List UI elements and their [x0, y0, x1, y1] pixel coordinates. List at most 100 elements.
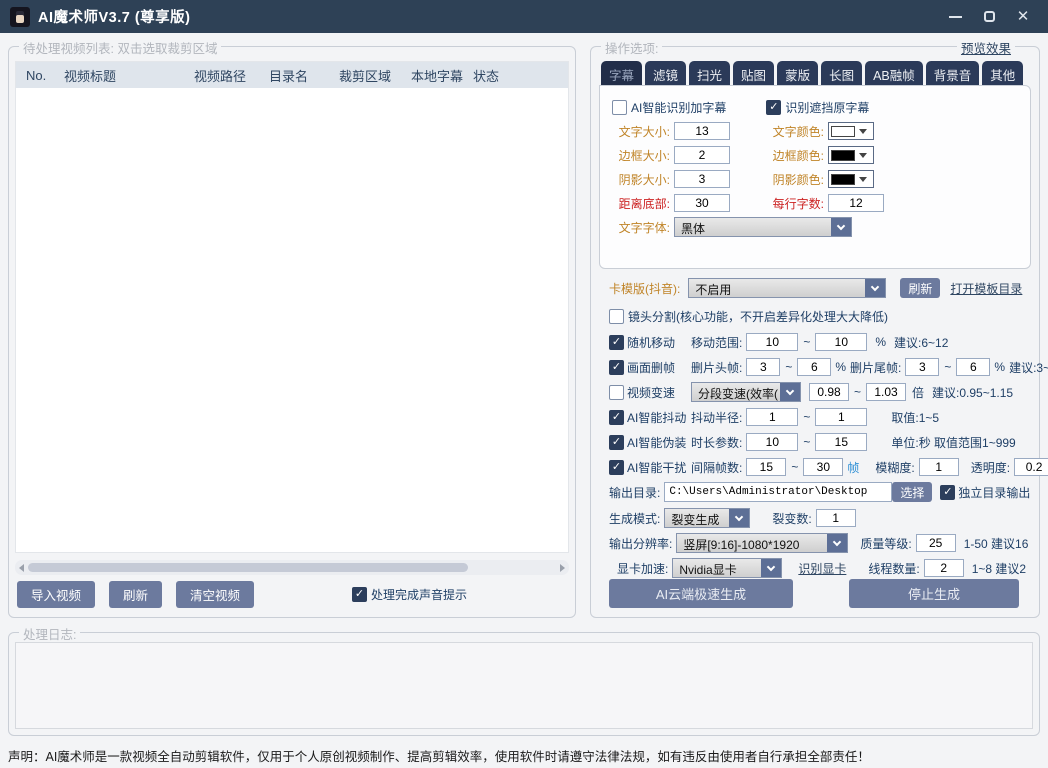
threads-label: 线程数量:: [868, 560, 919, 577]
fission-count-input[interactable]: [816, 509, 856, 527]
duration-min-input[interactable]: [746, 433, 798, 451]
jitter-min-input[interactable]: [746, 408, 798, 426]
cover-subtitle-checkbox[interactable]: [766, 100, 781, 115]
clear-video-button[interactable]: 清空视频: [176, 581, 254, 608]
tab-filter[interactable]: 滤镜: [645, 61, 686, 87]
lens-split-checkbox[interactable]: [609, 309, 624, 324]
jitter-checkbox[interactable]: [609, 410, 624, 425]
move-range-max-input[interactable]: [815, 333, 867, 351]
scrollbar-thumb[interactable]: [28, 563, 468, 572]
speed-max-input[interactable]: [866, 383, 906, 401]
speed-label: 视频变速: [627, 384, 675, 401]
speed-checkbox[interactable]: [609, 385, 624, 400]
horizontal-scrollbar[interactable]: [15, 560, 569, 575]
cloud-generate-button[interactable]: AI云端极速生成: [609, 579, 793, 608]
tab-other[interactable]: 其他: [982, 61, 1023, 87]
text-size-label: 文字大小:: [608, 123, 670, 140]
blur-input[interactable]: [919, 458, 959, 476]
app-icon: [10, 7, 30, 27]
refresh-list-button[interactable]: 刷新: [109, 581, 162, 608]
frame-delete-hint: 建议:3~6: [1009, 359, 1048, 376]
speed-min-input[interactable]: [809, 383, 849, 401]
interval-min-input[interactable]: [746, 458, 786, 476]
scroll-right-icon[interactable]: [560, 564, 565, 572]
minimize-button[interactable]: [940, 4, 970, 30]
head-frame-min-input[interactable]: [746, 358, 780, 376]
tab-sticker[interactable]: 贴图: [733, 61, 774, 87]
resolution-dropdown[interactable]: 竖屏[9:16]-1080*1920: [676, 533, 848, 553]
gpu-dropdown[interactable]: Nvidia显卡: [672, 558, 782, 578]
border-color-dropdown[interactable]: [828, 146, 874, 164]
duration-max-input[interactable]: [815, 433, 867, 451]
quality-input[interactable]: [916, 534, 956, 552]
tab-ab-blend[interactable]: AB融帧: [865, 61, 923, 87]
head-frame-max-input[interactable]: [797, 358, 831, 376]
threads-input[interactable]: [924, 559, 964, 577]
sound-alert-option: 处理完成声音提示: [352, 586, 467, 603]
text-color-dropdown[interactable]: [828, 122, 874, 140]
interfere-label: AI智能干扰: [627, 459, 686, 476]
text-size-input[interactable]: [674, 122, 730, 140]
output-dir-label: 输出目录:: [609, 484, 660, 501]
stop-generate-button[interactable]: 停止生成: [849, 579, 1019, 608]
output-dir-input[interactable]: [664, 482, 892, 502]
interval-max-input[interactable]: [803, 458, 843, 476]
move-range-min-input[interactable]: [746, 333, 798, 351]
border-size-input[interactable]: [674, 146, 730, 164]
disclaimer-text: 声明：AI魔术师是一款视频全自动剪辑软件，仅用于个人原创视频制作、提高剪辑效率，…: [8, 746, 870, 765]
head-frame-label: 删片头帧:: [691, 359, 742, 376]
log-area[interactable]: [15, 642, 1033, 729]
column-header-path: 视频路径: [184, 66, 259, 85]
gen-mode-value: 裂变生成: [665, 509, 729, 527]
column-header-subtitle: 本地字幕: [401, 66, 463, 85]
resolution-value: 竖屏[9:16]-1080*1920: [677, 534, 827, 552]
close-button[interactable]: ✕: [1008, 4, 1038, 30]
choose-dir-button[interactable]: 选择: [892, 482, 932, 502]
open-template-dir-link[interactable]: 打开模板目录: [950, 280, 1022, 297]
fission-count-label: 裂变数:: [772, 510, 811, 527]
shadow-color-dropdown[interactable]: [828, 170, 874, 188]
video-list-actions: 导入视频 刷新 清空视频 处理完成声音提示: [17, 581, 567, 608]
chars-per-line-input[interactable]: [828, 194, 884, 212]
column-header-dir: 目录名: [259, 66, 329, 85]
video-table-body[interactable]: [16, 88, 568, 552]
import-video-button[interactable]: 导入视频: [17, 581, 95, 608]
tab-mask[interactable]: 蒙版: [777, 61, 818, 87]
disguise-label: AI智能伪装: [627, 434, 686, 451]
tab-long-image[interactable]: 长图: [821, 61, 862, 87]
tail-frame-min-input[interactable]: [905, 358, 939, 376]
speed-mode-dropdown[interactable]: 分段变速(效率(: [691, 382, 801, 402]
gen-mode-dropdown[interactable]: 裂变生成: [664, 508, 750, 528]
tail-frame-max-input[interactable]: [956, 358, 990, 376]
template-dropdown[interactable]: 不启用: [688, 278, 886, 298]
font-dropdown[interactable]: 黑体: [674, 217, 852, 237]
standalone-dir-checkbox[interactable]: [940, 485, 955, 500]
tab-sweep-light[interactable]: 扫光: [689, 61, 730, 87]
interfere-row: AI智能干扰 间隔帧数: ~ 帧 模糊度: 透明度:: [609, 456, 1035, 478]
scroll-left-icon[interactable]: [19, 564, 24, 572]
log-panel: 处理日志:: [8, 632, 1040, 736]
detect-gpu-link[interactable]: 识别显卡: [798, 560, 846, 577]
jitter-max-input[interactable]: [815, 408, 867, 426]
maximize-button[interactable]: [974, 4, 1004, 30]
text-color-label: 文字颜色:: [760, 123, 824, 140]
text-color-arrow-icon: [855, 129, 871, 134]
preview-effect-link[interactable]: 预览效果: [957, 38, 1015, 57]
template-refresh-button[interactable]: 刷新: [900, 278, 940, 298]
text-size-row: 文字大小: 文字颜色:: [608, 119, 1030, 143]
random-move-checkbox[interactable]: [609, 335, 624, 350]
disguise-checkbox[interactable]: [609, 435, 624, 450]
close-icon: ✕: [1017, 9, 1030, 24]
tab-bgm[interactable]: 背景音: [926, 61, 980, 87]
tail-frame-unit: %: [994, 360, 1005, 374]
ai-subtitle-checkbox[interactable]: [612, 100, 627, 115]
resolution-row: 输出分辨率: 竖屏[9:16]-1080*1920 质量等级: 1-50 建议1…: [609, 532, 1035, 554]
tab-subtitle[interactable]: 字幕: [601, 61, 642, 87]
shadow-color-swatch: [831, 174, 855, 185]
opacity-input[interactable]: [1014, 458, 1048, 476]
interfere-checkbox[interactable]: [609, 460, 624, 475]
bottom-distance-input[interactable]: [674, 194, 730, 212]
sound-alert-checkbox[interactable]: [352, 587, 367, 602]
shadow-size-input[interactable]: [674, 170, 730, 188]
frame-delete-checkbox[interactable]: [609, 360, 624, 375]
